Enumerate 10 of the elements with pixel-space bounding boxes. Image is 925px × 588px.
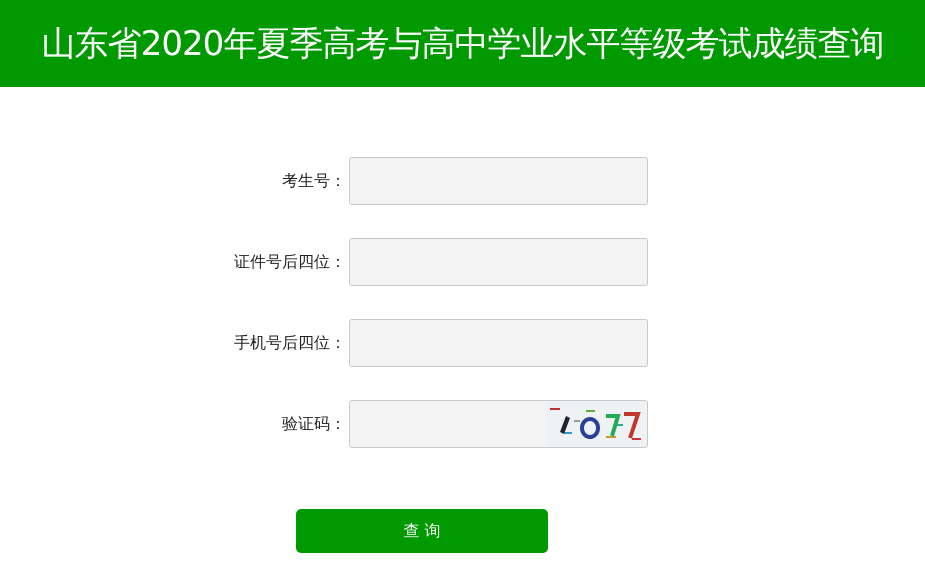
search-button[interactable]: 查 询 xyxy=(296,509,548,553)
input-field[interactable] xyxy=(349,238,648,286)
input-field[interactable] xyxy=(349,157,648,205)
field-label: 手机号后四位： xyxy=(233,332,346,354)
input-field[interactable] xyxy=(349,319,648,367)
page-title: 山东省2020年夏季高考与高中学业水平等级考试成绩查询 xyxy=(42,22,884,66)
captcha-field[interactable] xyxy=(349,400,648,448)
field-label: 验证码： xyxy=(281,414,346,434)
field-label: 证件号后四位： xyxy=(233,252,346,272)
field-label: 考生号： xyxy=(281,170,346,192)
